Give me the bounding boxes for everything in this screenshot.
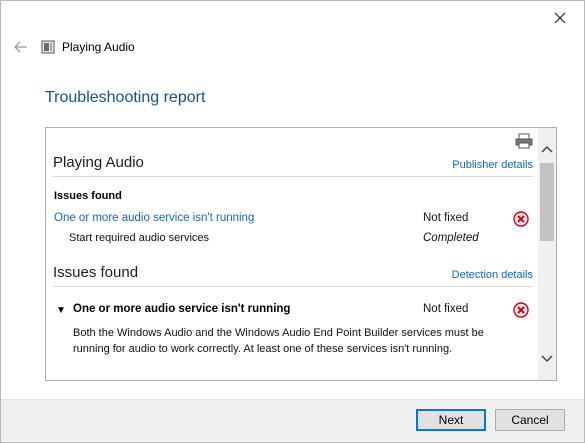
- section-divider: [53, 286, 533, 287]
- issue-title: One or more audio service isn't running: [73, 303, 291, 315]
- issue-status: Not fixed: [423, 212, 469, 224]
- issue-link[interactable]: One or more audio service isn't running: [54, 212, 254, 224]
- issues-found-label: Issues found: [54, 190, 122, 202]
- print-button[interactable]: [515, 133, 533, 149]
- scroll-up-button[interactable]: [538, 140, 556, 158]
- close-button[interactable]: [550, 8, 570, 28]
- error-icon: [513, 302, 529, 318]
- step-status: Completed: [423, 232, 479, 244]
- page-title: Troubleshooting report: [45, 89, 206, 106]
- back-arrow-icon: [14, 41, 27, 53]
- expand-arrow-icon[interactable]: ▼: [56, 305, 66, 316]
- close-icon: [554, 12, 566, 24]
- issue-status: Not fixed: [423, 303, 469, 315]
- error-icon: [513, 211, 529, 227]
- section-title-playing-audio: Playing Audio: [53, 154, 144, 171]
- scrollbar[interactable]: [538, 128, 556, 380]
- issue-description: Both the Windows Audio and the Windows A…: [73, 327, 484, 355]
- section-title-issues-found: Issues found: [53, 264, 139, 281]
- chevron-down-icon: [541, 355, 553, 363]
- next-button[interactable]: Next: [416, 409, 486, 431]
- publisher-details-link[interactable]: Publisher details: [452, 159, 533, 171]
- printer-icon: [515, 133, 533, 149]
- back-button[interactable]: [11, 38, 31, 56]
- footer: Next Cancel: [1, 399, 584, 442]
- app-title: Playing Audio: [62, 40, 135, 54]
- detection-details-link[interactable]: Detection details: [452, 269, 533, 281]
- report-box: Playing Audio Publisher details Issues f…: [45, 127, 557, 381]
- chevron-up-icon: [541, 145, 553, 153]
- step-text: Start required audio services: [69, 232, 210, 244]
- troubleshooter-icon: [41, 40, 55, 54]
- cancel-button[interactable]: Cancel: [495, 409, 565, 431]
- scroll-down-button[interactable]: [538, 350, 556, 368]
- section-divider: [53, 176, 533, 177]
- report-content: Playing Audio Publisher details Issues f…: [46, 128, 539, 380]
- scroll-thumb[interactable]: [540, 163, 554, 241]
- header-row: Playing Audio: [11, 38, 135, 56]
